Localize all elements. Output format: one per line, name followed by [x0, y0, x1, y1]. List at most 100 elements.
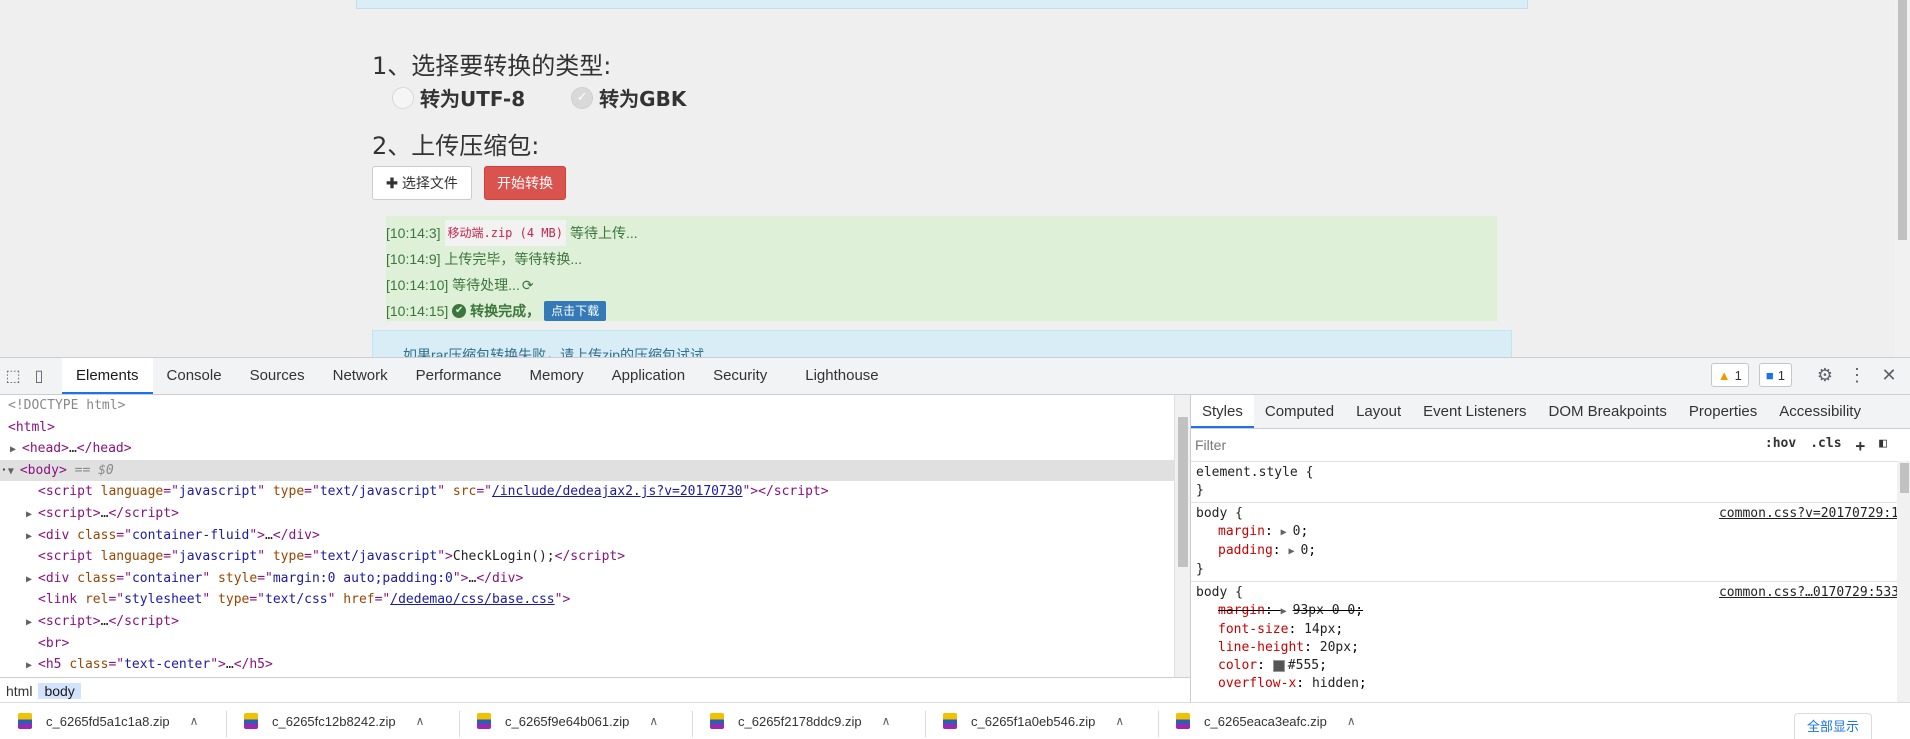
choose-file-button[interactable]: ✚ 选择文件	[372, 166, 472, 200]
hov-toggle[interactable]: :hov	[1765, 436, 1796, 455]
rule-selector[interactable]: element.style {	[1196, 464, 1910, 482]
dom-node-selected[interactable]: ·▼ <body> == $0	[0, 459, 1174, 483]
decl-overflow-x[interactable]: overflow-x: hidden;	[1196, 675, 1910, 693]
download-item[interactable]: c_6265fd5a1c1a8.zip ∧	[18, 703, 198, 739]
inspect-element-icon[interactable]: ⬚	[0, 363, 26, 389]
decl-color[interactable]: color: #555;	[1196, 657, 1910, 675]
download-item[interactable]: c_6265eaca3eafc.zip ∧	[1176, 703, 1356, 739]
messages-badge[interactable]: ■ 1	[1758, 363, 1792, 387]
subtab-computed[interactable]: Computed	[1254, 395, 1345, 428]
tab-console[interactable]: Console	[153, 358, 236, 394]
download-filename: c_6265f1a0eb546.zip	[971, 713, 1096, 729]
log-line: [10:14:10] 等待处理... ⟳	[386, 272, 1497, 298]
subtab-styles[interactable]: Styles	[1191, 395, 1254, 428]
subtab-layout[interactable]: Layout	[1345, 395, 1412, 428]
chevron-up-icon[interactable]: ∧	[649, 714, 658, 728]
kebab-menu-icon[interactable]: ⋮	[1846, 365, 1868, 386]
tab-application[interactable]: Application	[598, 358, 699, 394]
tab-performance[interactable]: Performance	[402, 358, 516, 394]
download-button[interactable]: 点击下载	[544, 301, 607, 321]
crumb-html[interactable]: html	[0, 683, 38, 699]
dom-node[interactable]: ▶ <script>…</script>	[0, 503, 1174, 525]
styles-scrollbar[interactable]	[1897, 461, 1910, 703]
subtab-dom-breakpoints[interactable]: DOM Breakpoints	[1538, 395, 1678, 428]
scroll-thumb[interactable]	[1898, 0, 1907, 240]
expand-triangle-icon[interactable]: ▶	[26, 504, 38, 526]
radio-checked-icon[interactable]: ✓	[571, 86, 594, 109]
message-count: 1	[1777, 367, 1785, 383]
dom-node[interactable]: <link rel="stylesheet" type="text/css" h…	[0, 589, 1174, 611]
chevron-up-icon[interactable]: ∧	[416, 714, 425, 728]
crumb-body[interactable]: body	[38, 683, 81, 699]
chevron-up-icon[interactable]: ∧	[1347, 714, 1356, 728]
dom-node[interactable]: <html>	[0, 417, 1174, 439]
color-swatch[interactable]	[1272, 659, 1285, 672]
download-item[interactable]: c_6265fc12b8242.zip ∧	[244, 703, 424, 739]
scroll-thumb[interactable]	[1178, 417, 1188, 567]
radio-gbk[interactable]: ✓ 转为GBK	[571, 83, 686, 112]
decl-margin-overridden[interactable]: margin: ▶ 93px 0 0;	[1196, 602, 1910, 621]
dom-node[interactable]: ▶ <div class="container-fluid">…</div>	[0, 525, 1174, 547]
zip-file-icon	[244, 713, 258, 729]
subtab-properties[interactable]: Properties	[1678, 395, 1768, 428]
gear-icon[interactable]: ⚙	[1814, 365, 1836, 386]
start-convert-button[interactable]: 开始转换	[484, 166, 566, 200]
tab-sources[interactable]: Sources	[236, 358, 319, 394]
expand-triangle-icon[interactable]: ▶	[1281, 603, 1293, 621]
decl-padding[interactable]: padding: ▶ 0;	[1196, 542, 1910, 561]
collapse-triangle-icon[interactable]: ▼	[8, 461, 20, 483]
expand-triangle-icon[interactable]: ▶	[26, 655, 38, 677]
download-item[interactable]: c_6265f2178ddc9.zip ∧	[710, 703, 890, 739]
close-icon[interactable]: ✕	[1878, 365, 1900, 386]
rule-close: }	[1196, 483, 1204, 498]
scroll-thumb[interactable]	[1900, 463, 1909, 493]
radio-utf8[interactable]: 转为UTF-8	[392, 83, 525, 112]
zip-file-icon	[18, 713, 32, 729]
dom-node[interactable]: <script language="javascript" type="text…	[0, 481, 1174, 503]
dom-node[interactable]: <!DOCTYPE html>	[0, 395, 1174, 417]
rule-source-link[interactable]: common.css?v=20170729:1	[1719, 505, 1899, 523]
dom-node[interactable]: ▶ <div class="container" style="margin:0 …	[0, 568, 1174, 590]
styles-filter-input[interactable]: Filter	[1195, 437, 1765, 453]
subtab-accessibility[interactable]: Accessibility	[1768, 395, 1872, 428]
new-rule-button[interactable]: +	[1856, 436, 1866, 455]
rule-source-link[interactable]: common.css?…0170729:533	[1719, 584, 1899, 602]
page-scrollbar[interactable]	[1894, 0, 1910, 357]
show-all-downloads-button[interactable]: 全部显示	[1793, 713, 1872, 739]
expand-triangle-icon[interactable]: ▶	[1281, 524, 1293, 542]
divider	[925, 711, 926, 737]
radio-circle[interactable]	[392, 86, 414, 109]
cls-toggle[interactable]: .cls	[1810, 436, 1841, 455]
chevron-up-icon[interactable]: ∧	[1115, 714, 1124, 728]
dom-node[interactable]: ▶ <script>…</script>	[0, 611, 1174, 633]
radio-utf8-label: 转为UTF-8	[420, 87, 526, 111]
sidebar-toggle-icon[interactable]: ◧	[1879, 436, 1887, 455]
expand-triangle-icon[interactable]: ▶	[1288, 543, 1300, 561]
chevron-up-icon[interactable]: ∧	[190, 714, 199, 728]
chevron-up-icon[interactable]: ∧	[882, 714, 891, 728]
download-item[interactable]: c_6265f1a0eb546.zip ∧	[943, 703, 1124, 739]
dom-node[interactable]: ▶ <h5 class="text-center">…</h5>	[0, 654, 1174, 676]
expand-triangle-icon[interactable]: ▶	[26, 569, 38, 591]
tab-lighthouse[interactable]: Lighthouse	[791, 358, 892, 394]
download-item[interactable]: c_6265f9e64b061.zip ∧	[477, 703, 658, 739]
dom-tree-scrollbar[interactable]	[1174, 395, 1191, 677]
warnings-badge[interactable]: ▲ 1	[1710, 363, 1749, 387]
info-text: 如果rar压缩包转换失败，请上传zip的压缩包试试	[403, 347, 705, 357]
decl-margin[interactable]: margin: ▶ 0;	[1196, 523, 1910, 542]
tab-memory[interactable]: Memory	[516, 358, 598, 394]
tab-network[interactable]: Network	[319, 358, 402, 394]
dom-node[interactable]: ▶ <head>…</head>	[0, 438, 1174, 460]
dom-node[interactable]: <script language="javascript" type="text…	[0, 546, 1174, 568]
decl-font-size[interactable]: font-size: 14px;	[1196, 621, 1910, 639]
dom-node[interactable]: <br>	[0, 633, 1174, 655]
expand-triangle-icon[interactable]: ▶	[26, 526, 38, 548]
expand-triangle-icon[interactable]: ▶	[10, 439, 22, 461]
device-toggle-icon[interactable]: ▯	[26, 363, 52, 389]
tab-security[interactable]: Security	[699, 358, 781, 394]
expand-triangle-icon[interactable]: ▶	[26, 612, 38, 634]
subtab-event-listeners[interactable]: Event Listeners	[1412, 395, 1537, 428]
tab-elements[interactable]: Elements	[62, 358, 153, 394]
decl-line-height[interactable]: line-height: 20px;	[1196, 639, 1910, 657]
style-rule-body-2: body { common.css?…0170729:533 margin: ▶…	[1191, 582, 1910, 695]
